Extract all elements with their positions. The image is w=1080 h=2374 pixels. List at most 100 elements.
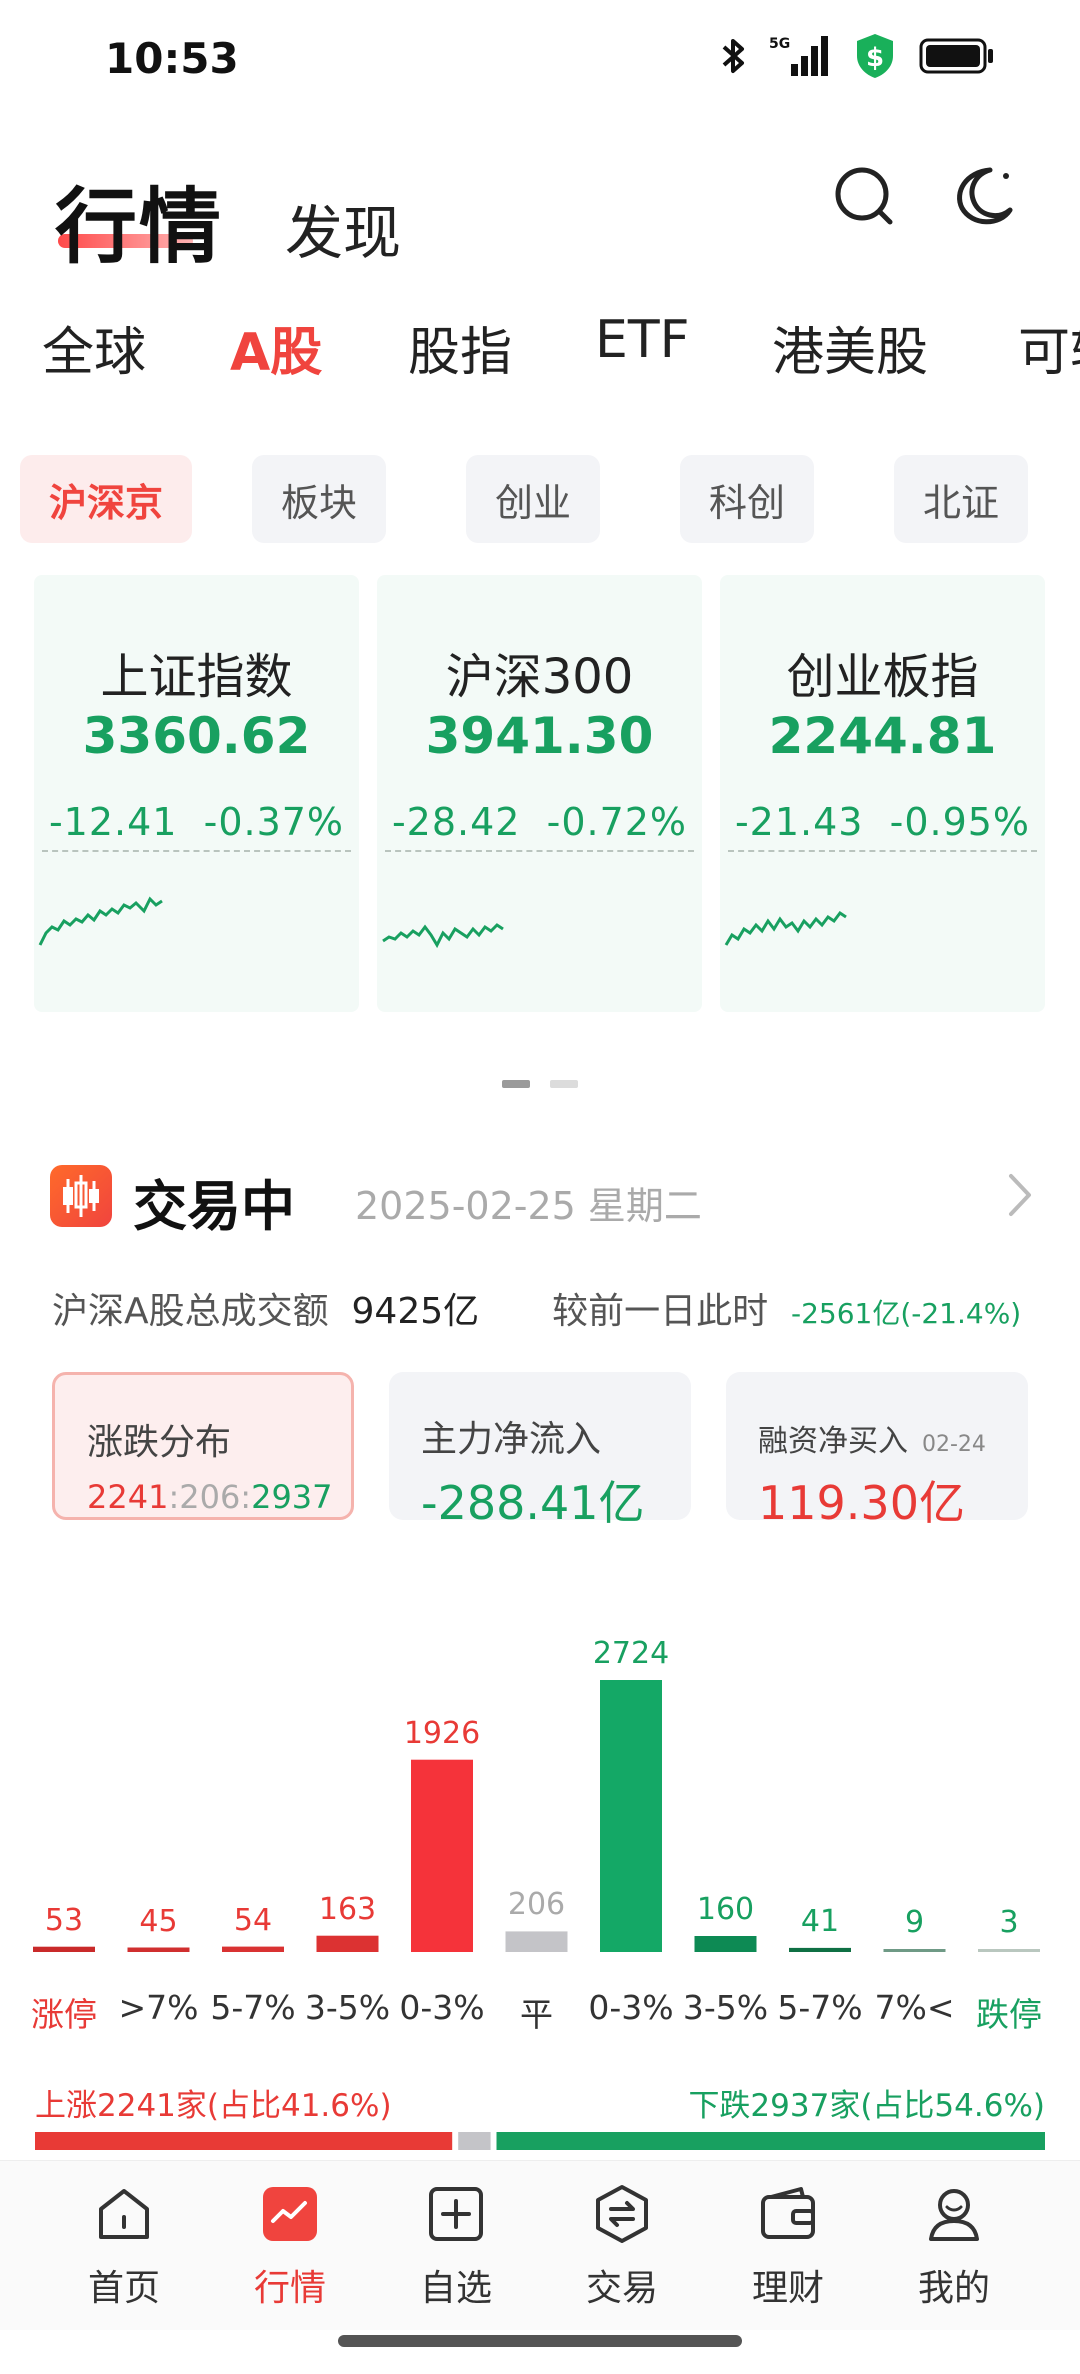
distribution-category-label: 3-5% xyxy=(304,1988,391,2027)
nav-market[interactable]: 行情 xyxy=(230,2183,350,2311)
index-name: 沪深300 xyxy=(445,649,634,705)
stat-label: 主力净流入 xyxy=(421,1419,602,1460)
distribution-category-label: 5-7% xyxy=(210,1988,296,2027)
flat-segment xyxy=(458,2132,491,2150)
distribution-category-label: 3-5% xyxy=(682,1988,769,2027)
prev-close-line xyxy=(728,850,1037,852)
chip-bse[interactable]: 北证 xyxy=(894,455,1028,543)
distribution-bar[interactable] xyxy=(694,1936,757,1952)
page-title[interactable]: 行情 xyxy=(55,160,223,279)
distribution-bar[interactable] xyxy=(789,1947,851,1952)
stat-label: 融资净买入 02-24 xyxy=(758,1424,986,1459)
security-shield-icon: $ xyxy=(857,34,893,78)
distribution-bar-value: 1926 xyxy=(403,1715,481,1751)
margin-net-buy-value: 119.30亿 xyxy=(758,1476,965,1530)
pager-dot-active[interactable] xyxy=(502,1080,530,1088)
distribution-bar[interactable] xyxy=(127,1947,190,1953)
distribution-bar-value: 206 xyxy=(507,1887,566,1923)
svg-text:5G: 5G xyxy=(769,36,790,52)
stat-label: 涨跌分布 xyxy=(87,1422,232,1463)
distribution-bar-value: 41 xyxy=(800,1903,840,1939)
index-change: -21.43 -0.95% xyxy=(734,800,1031,844)
candlestick-icon xyxy=(50,1165,112,1227)
chip-sector[interactable]: 板块 xyxy=(252,455,386,543)
distribution-category-label: 7%< xyxy=(874,1988,955,2027)
signal-icon: 5G xyxy=(769,36,828,76)
advance-decline-summary: 上涨2241家(占比41.6%) 下跌2937家(占比54.6%) xyxy=(35,2080,1045,2124)
decline-segment xyxy=(496,2132,1045,2150)
index-card-chinext[interactable]: 创业板指 2244.81 -21.43 -0.95% xyxy=(720,575,1045,1012)
chip-star[interactable]: 科创 xyxy=(680,455,814,543)
main-net-inflow-value: -288.41亿 xyxy=(421,1476,645,1530)
card-pager xyxy=(0,1080,1080,1090)
distribution-category-label: 涨停 xyxy=(31,1995,97,2034)
distribution-bar[interactable] xyxy=(978,1949,1040,1952)
distribution-bar[interactable] xyxy=(411,1759,473,1952)
index-cards: 上证指数 3360.62 -12.41 -0.37% 沪深300 3941.30… xyxy=(0,575,1080,1015)
advance-count: 上涨2241家(占比41.6%) xyxy=(35,2088,392,2124)
tab-indices[interactable]: 股指 xyxy=(408,310,512,385)
market-icon xyxy=(263,2187,317,2241)
home-icon xyxy=(99,2189,149,2239)
tab-convertible[interactable]: 可转 xyxy=(1018,310,1080,385)
index-change: -12.41 -0.37% xyxy=(48,800,345,844)
bottom-navigation: 首页 行情 自选 交易 理财 我的 xyxy=(0,2160,1080,2330)
distribution-category-label: 0-3% xyxy=(399,1988,485,2027)
chip-chinext[interactable]: 创业 xyxy=(466,455,600,543)
profile-icon xyxy=(929,2189,979,2241)
index-card-sse[interactable]: 上证指数 3360.62 -12.41 -0.37% xyxy=(34,575,359,1012)
pager-dot[interactable] xyxy=(550,1080,578,1088)
status-bar: 10:53 5G $ xyxy=(0,0,1080,120)
trading-section-header[interactable]: 交易中 2025-02-25 星期二 xyxy=(0,1160,1080,1240)
margin-net-buy-box[interactable]: 融资净买入 02-24 119.30亿 xyxy=(726,1372,1028,1530)
tab-etf[interactable]: ETF xyxy=(595,310,690,370)
discover-tab[interactable]: 发现 xyxy=(285,186,401,270)
distribution-bar-value: 53 xyxy=(44,1902,84,1938)
search-icon[interactable] xyxy=(830,162,900,232)
distribution-bar[interactable] xyxy=(883,1949,946,1952)
nav-profile[interactable]: 我的 xyxy=(894,2183,1014,2311)
distribution-bar-value: 3 xyxy=(999,1905,1019,1940)
distribution-category-label: 跌停 xyxy=(976,1995,1042,2034)
turnover-compare-value: -2561亿(-21.4%) xyxy=(790,1297,1022,1330)
distribution-bar-value: 54 xyxy=(233,1902,273,1938)
night-mode-icon[interactable] xyxy=(950,162,1020,232)
status-time: 10:53 xyxy=(105,34,239,83)
index-name: 上证指数 xyxy=(100,649,293,705)
distribution-category-label: >7% xyxy=(118,1988,199,2027)
chevron-right-icon[interactable] xyxy=(1005,1170,1035,1220)
wallet-icon xyxy=(761,2187,815,2239)
distribution-bar[interactable] xyxy=(600,1680,662,1952)
status-icons: 5G $ xyxy=(721,32,995,80)
advance-decline-ratio-bar xyxy=(35,2132,1045,2150)
prev-close-line xyxy=(385,850,694,852)
nav-watchlist[interactable]: 自选 xyxy=(396,2183,516,2311)
tab-hk-us[interactable]: 港美股 xyxy=(772,310,928,385)
turnover-label: 沪深A股总成交额 xyxy=(52,1291,329,1332)
distribution-category-label: 0-3% xyxy=(588,1988,674,2027)
distribution-bar[interactable] xyxy=(33,1946,95,1952)
main-net-inflow-box[interactable]: 主力净流入 -288.41亿 xyxy=(389,1372,691,1530)
chip-hushenjing[interactable]: 沪深京 xyxy=(20,455,192,543)
tab-a-shares[interactable]: A股 xyxy=(230,310,322,385)
index-card-csi300[interactable]: 沪深300 3941.30 -28.42 -0.72% xyxy=(377,575,702,1012)
advance-decline-box[interactable]: 涨跌分布 2241:206:2937 xyxy=(52,1372,354,1520)
trading-status: 交易中 xyxy=(133,1175,295,1238)
advance-segment xyxy=(35,2132,453,2150)
distribution-bar-value: 2724 xyxy=(592,1636,670,1671)
page-header: 行情 发现 xyxy=(0,150,1080,275)
distribution-bar[interactable] xyxy=(222,1946,284,1952)
index-value: 3941.30 xyxy=(425,707,654,765)
exchange-chips: 沪深京 板块 创业 科创 北证 xyxy=(0,455,1080,545)
distribution-bar-value: 45 xyxy=(139,1903,178,1939)
nav-home[interactable]: 首页 xyxy=(64,2183,184,2311)
distribution-bar[interactable] xyxy=(316,1935,379,1952)
tab-global[interactable]: 全球 xyxy=(42,310,146,385)
home-indicator[interactable] xyxy=(338,2335,742,2347)
nav-wealth[interactable]: 理财 xyxy=(728,2183,848,2311)
turnover-summary: 沪深A股总成交额 9425亿 较前一日此时 -2561亿(-21.4%) xyxy=(52,1282,1052,1332)
advance-decline-ratio: 2241:206:2937 xyxy=(87,1478,333,1516)
trade-icon xyxy=(596,2185,648,2243)
distribution-bar[interactable] xyxy=(505,1931,568,1952)
nav-trade[interactable]: 交易 xyxy=(562,2183,682,2311)
